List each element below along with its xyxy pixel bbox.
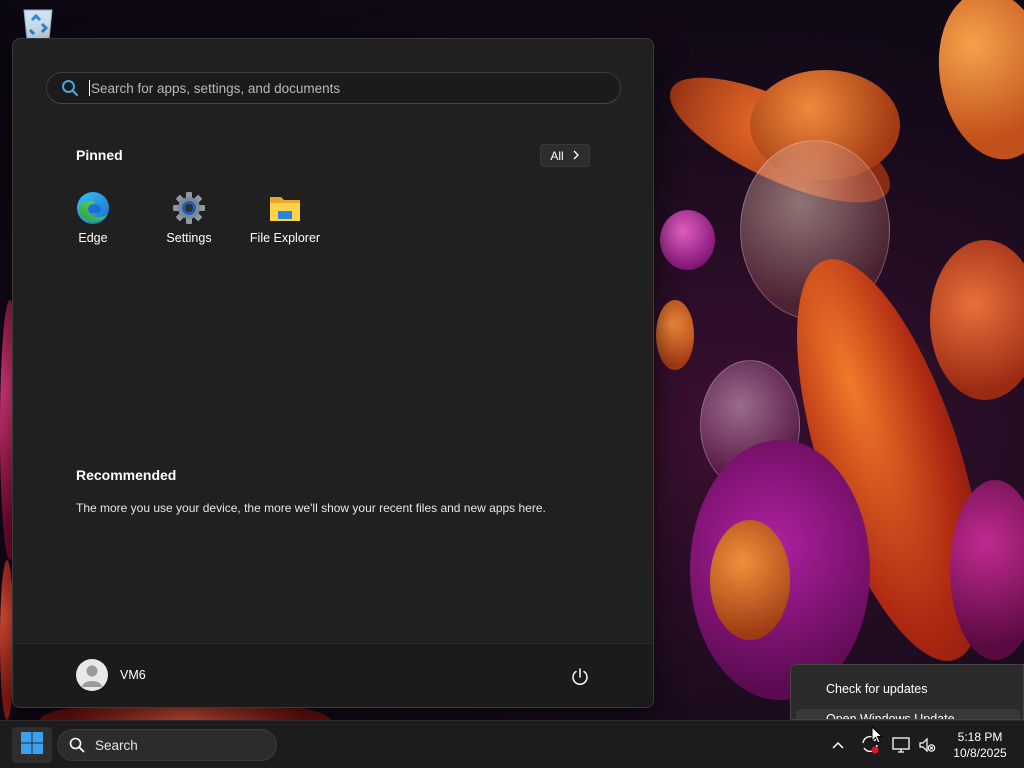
search-placeholder: Search for apps, settings, and documents: [91, 80, 341, 96]
chevron-right-icon: [572, 149, 580, 163]
all-apps-label: All: [550, 148, 564, 163]
clock-date: 10/8/2025: [953, 746, 1007, 760]
update-context-menu: Check for updates Open Windows Update: [790, 664, 1024, 720]
folder-icon: [268, 191, 302, 225]
text-caret: [89, 80, 90, 96]
pinned-app-edge[interactable]: Edge: [48, 187, 138, 259]
search-icon: [69, 737, 85, 753]
start-search-input[interactable]: Search for apps, settings, and documents: [46, 72, 621, 104]
start-menu: Search for apps, settings, and documents…: [12, 38, 654, 708]
clock-time: 5:18 PM: [957, 730, 1003, 744]
search-icon: [61, 79, 79, 97]
chevron-up-icon[interactable]: [828, 735, 848, 755]
pinned-app-settings[interactable]: Settings: [144, 187, 234, 259]
pinned-app-label: File Explorer: [249, 231, 321, 245]
network-icon[interactable]: [891, 735, 911, 755]
user-name: VM6: [120, 668, 146, 682]
recommended-title: Recommended: [76, 467, 177, 483]
pinned-app-label: Edge: [78, 231, 108, 245]
recommended-empty-message: The more you use your device, the more w…: [76, 501, 546, 515]
volume-muted-icon[interactable]: [917, 735, 937, 755]
avatar: [76, 659, 108, 691]
menu-item-open-windows-update[interactable]: Open Windows Update: [796, 709, 1020, 719]
edge-icon: [76, 191, 110, 225]
user-account-button[interactable]: VM6: [76, 659, 146, 691]
pinned-app-label: Settings: [166, 231, 212, 245]
mouse-cursor-icon: [871, 725, 884, 744]
power-icon[interactable]: [569, 666, 591, 688]
pinned-app-file-explorer[interactable]: File Explorer: [240, 187, 330, 259]
pinned-title: Pinned: [76, 147, 123, 163]
start-menu-footer: VM6: [13, 643, 653, 707]
windows-logo-icon: [20, 731, 44, 760]
taskbar-search-label: Search: [95, 737, 138, 753]
recycle-bin-icon[interactable]: [18, 6, 58, 42]
start-button[interactable]: [12, 727, 52, 763]
menu-item-check-for-updates[interactable]: Check for updates: [826, 682, 927, 696]
taskbar-clock[interactable]: 5:18 PM 10/8/2025: [948, 729, 1012, 761]
settings-gear-icon: [172, 191, 206, 225]
all-apps-button[interactable]: All: [540, 144, 590, 167]
taskbar-search-box[interactable]: Search: [57, 729, 277, 761]
